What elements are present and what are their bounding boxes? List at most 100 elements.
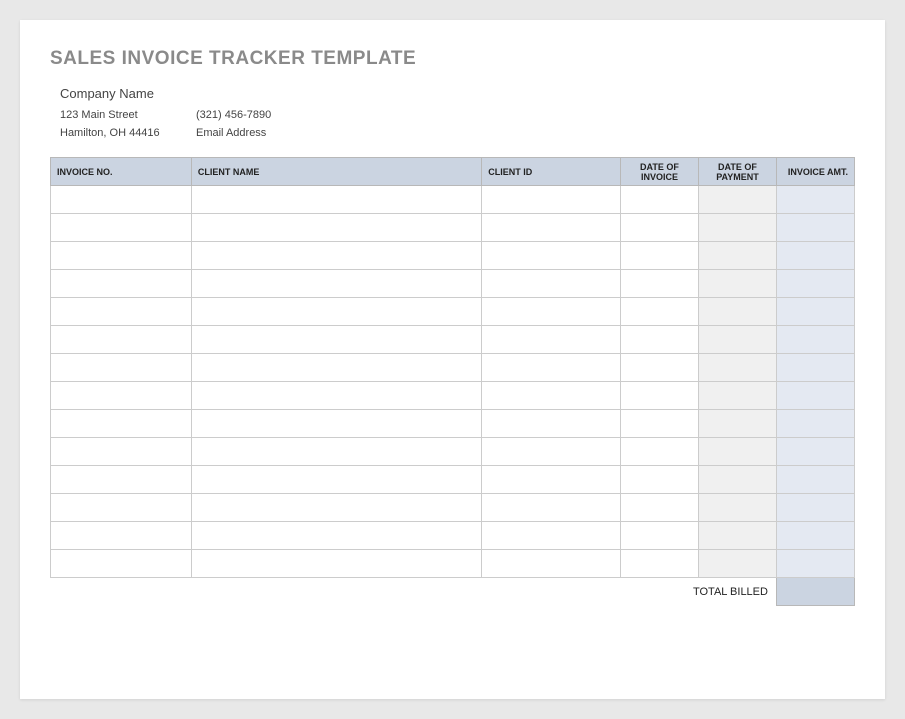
- cell-date_of_payment[interactable]: [698, 438, 776, 466]
- cell-invoice_no[interactable]: [51, 270, 192, 298]
- table-row: [51, 186, 855, 214]
- cell-date_of_invoice[interactable]: [620, 242, 698, 270]
- cell-date_of_payment[interactable]: [698, 270, 776, 298]
- invoice-tracker-document: SALES INVOICE TRACKER TEMPLATE Company N…: [20, 20, 885, 699]
- cell-invoice_amt[interactable]: [776, 494, 854, 522]
- table-row: [51, 214, 855, 242]
- cell-client_id[interactable]: [482, 270, 621, 298]
- cell-date_of_invoice[interactable]: [620, 214, 698, 242]
- cell-invoice_amt[interactable]: [776, 466, 854, 494]
- cell-date_of_payment[interactable]: [698, 466, 776, 494]
- cell-invoice_no[interactable]: [51, 326, 192, 354]
- cell-client_name[interactable]: [191, 522, 481, 550]
- table-row: [51, 382, 855, 410]
- cell-date_of_invoice[interactable]: [620, 298, 698, 326]
- cell-date_of_invoice[interactable]: [620, 354, 698, 382]
- cell-invoice_no[interactable]: [51, 186, 192, 214]
- company-name: Company Name: [60, 86, 855, 101]
- cell-date_of_payment[interactable]: [698, 410, 776, 438]
- cell-date_of_invoice[interactable]: [620, 382, 698, 410]
- cell-invoice_no[interactable]: [51, 410, 192, 438]
- cell-date_of_payment[interactable]: [698, 186, 776, 214]
- cell-date_of_payment[interactable]: [698, 382, 776, 410]
- cell-invoice_amt[interactable]: [776, 522, 854, 550]
- cell-invoice_amt[interactable]: [776, 270, 854, 298]
- cell-invoice_no[interactable]: [51, 298, 192, 326]
- cell-client_id[interactable]: [482, 186, 621, 214]
- cell-client_name[interactable]: [191, 186, 481, 214]
- cell-client_id[interactable]: [482, 354, 621, 382]
- cell-client_id[interactable]: [482, 298, 621, 326]
- cell-client_name[interactable]: [191, 494, 481, 522]
- cell-date_of_payment[interactable]: [698, 494, 776, 522]
- cell-invoice_no[interactable]: [51, 438, 192, 466]
- cell-client_id[interactable]: [482, 466, 621, 494]
- cell-invoice_no[interactable]: [51, 354, 192, 382]
- cell-date_of_payment[interactable]: [698, 326, 776, 354]
- cell-date_of_invoice[interactable]: [620, 186, 698, 214]
- cell-invoice_amt[interactable]: [776, 438, 854, 466]
- cell-invoice_amt[interactable]: [776, 326, 854, 354]
- cell-client_name[interactable]: [191, 550, 481, 578]
- cell-client_id[interactable]: [482, 410, 621, 438]
- cell-invoice_no[interactable]: [51, 466, 192, 494]
- cell-client_id[interactable]: [482, 382, 621, 410]
- cell-invoice_amt[interactable]: [776, 550, 854, 578]
- cell-invoice_no[interactable]: [51, 522, 192, 550]
- table-row: [51, 326, 855, 354]
- table-row: [51, 298, 855, 326]
- table-row: [51, 270, 855, 298]
- cell-client_name[interactable]: [191, 242, 481, 270]
- cell-invoice_no[interactable]: [51, 382, 192, 410]
- cell-client_name[interactable]: [191, 410, 481, 438]
- cell-date_of_invoice[interactable]: [620, 550, 698, 578]
- cell-client_id[interactable]: [482, 522, 621, 550]
- header-date-of-invoice: DATE OF INVOICE: [620, 158, 698, 186]
- cell-date_of_invoice[interactable]: [620, 494, 698, 522]
- cell-client_name[interactable]: [191, 270, 481, 298]
- cell-client_id[interactable]: [482, 242, 621, 270]
- cell-invoice_amt[interactable]: [776, 382, 854, 410]
- cell-client_id[interactable]: [482, 326, 621, 354]
- cell-invoice_amt[interactable]: [776, 214, 854, 242]
- page-title: SALES INVOICE TRACKER TEMPLATE: [50, 48, 855, 70]
- cell-invoice_amt[interactable]: [776, 410, 854, 438]
- cell-client_name[interactable]: [191, 438, 481, 466]
- total-row: TOTAL BILLED: [51, 578, 855, 606]
- cell-date_of_payment[interactable]: [698, 550, 776, 578]
- cell-client_name[interactable]: [191, 382, 481, 410]
- cell-client_name[interactable]: [191, 214, 481, 242]
- cell-client_id[interactable]: [482, 438, 621, 466]
- cell-date_of_invoice[interactable]: [620, 270, 698, 298]
- cell-client_name[interactable]: [191, 354, 481, 382]
- table-row: [51, 550, 855, 578]
- cell-client_name[interactable]: [191, 466, 481, 494]
- company-address: 123 Main Street: [60, 109, 196, 121]
- cell-date_of_invoice[interactable]: [620, 438, 698, 466]
- cell-invoice_no[interactable]: [51, 242, 192, 270]
- cell-client_id[interactable]: [482, 494, 621, 522]
- cell-invoice_amt[interactable]: [776, 242, 854, 270]
- cell-date_of_invoice[interactable]: [620, 410, 698, 438]
- cell-date_of_payment[interactable]: [698, 522, 776, 550]
- cell-date_of_payment[interactable]: [698, 298, 776, 326]
- cell-invoice_amt[interactable]: [776, 354, 854, 382]
- cell-date_of_invoice[interactable]: [620, 466, 698, 494]
- cell-client_name[interactable]: [191, 298, 481, 326]
- table-row: [51, 242, 855, 270]
- cell-invoice_amt[interactable]: [776, 298, 854, 326]
- cell-invoice_amt[interactable]: [776, 186, 854, 214]
- cell-invoice_no[interactable]: [51, 494, 192, 522]
- cell-date_of_payment[interactable]: [698, 242, 776, 270]
- total-billed-label: TOTAL BILLED: [51, 578, 777, 606]
- cell-date_of_invoice[interactable]: [620, 326, 698, 354]
- cell-client_name[interactable]: [191, 326, 481, 354]
- cell-client_id[interactable]: [482, 550, 621, 578]
- cell-date_of_invoice[interactable]: [620, 522, 698, 550]
- header-invoice-no: INVOICE NO.: [51, 158, 192, 186]
- cell-invoice_no[interactable]: [51, 550, 192, 578]
- cell-date_of_payment[interactable]: [698, 214, 776, 242]
- cell-client_id[interactable]: [482, 214, 621, 242]
- cell-invoice_no[interactable]: [51, 214, 192, 242]
- cell-date_of_payment[interactable]: [698, 354, 776, 382]
